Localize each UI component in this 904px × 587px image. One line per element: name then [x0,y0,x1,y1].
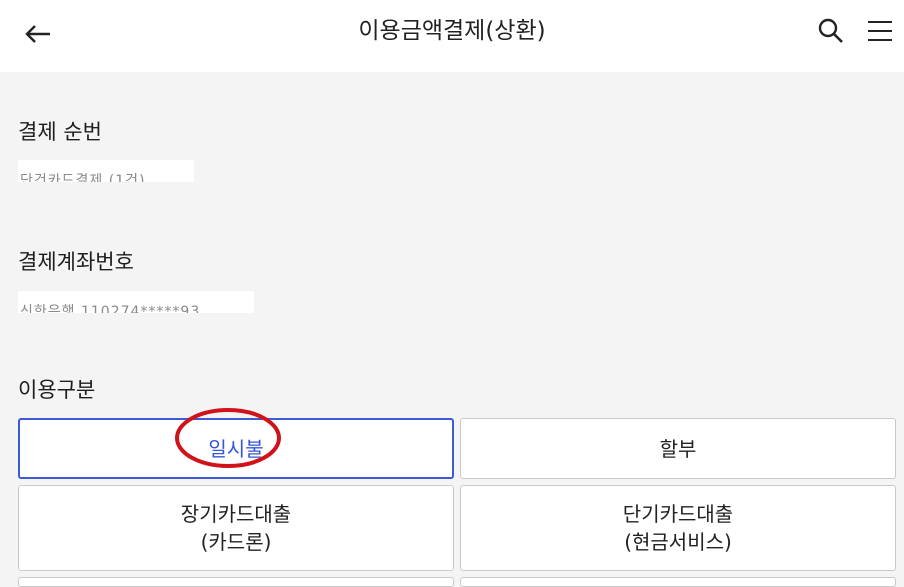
option-cash-service-label: 단기카드대출 [622,502,734,526]
hamburger-menu-icon[interactable] [866,18,894,44]
option-row-partial-right[interactable] [460,577,896,587]
payment-order-label: 결제 순번 [18,120,102,144]
payment-order-value: 단건카드결제 (1건) [18,160,194,182]
page-title: 이용금액결제(상환) [358,18,546,44]
top-app-bar: 이용금액결제(상환) [0,0,904,72]
option-card-loan-sublabel: (카드론) [200,530,272,554]
usage-type-label: 이용구분 [18,378,96,402]
option-card-loan[interactable]: 장기카드대출 (카드론) [18,485,454,571]
option-installment-label: 할부 [659,436,697,461]
option-installment[interactable]: 할부 [460,418,896,479]
account-number-value: 신한은행 110274*****93 [18,291,254,313]
option-lump-sum[interactable]: 일시불 [18,418,454,479]
option-cash-service[interactable]: 단기카드대출 (현금서비스) [460,485,896,571]
search-icon[interactable] [817,17,845,45]
option-cash-service-sublabel: (현금서비스) [624,530,732,554]
account-number-label: 결제계좌번호 [18,250,134,274]
option-row-partial-left[interactable] [18,577,454,587]
option-lump-sum-label: 일시불 [208,436,264,461]
option-card-loan-label: 장기카드대출 [180,502,292,526]
